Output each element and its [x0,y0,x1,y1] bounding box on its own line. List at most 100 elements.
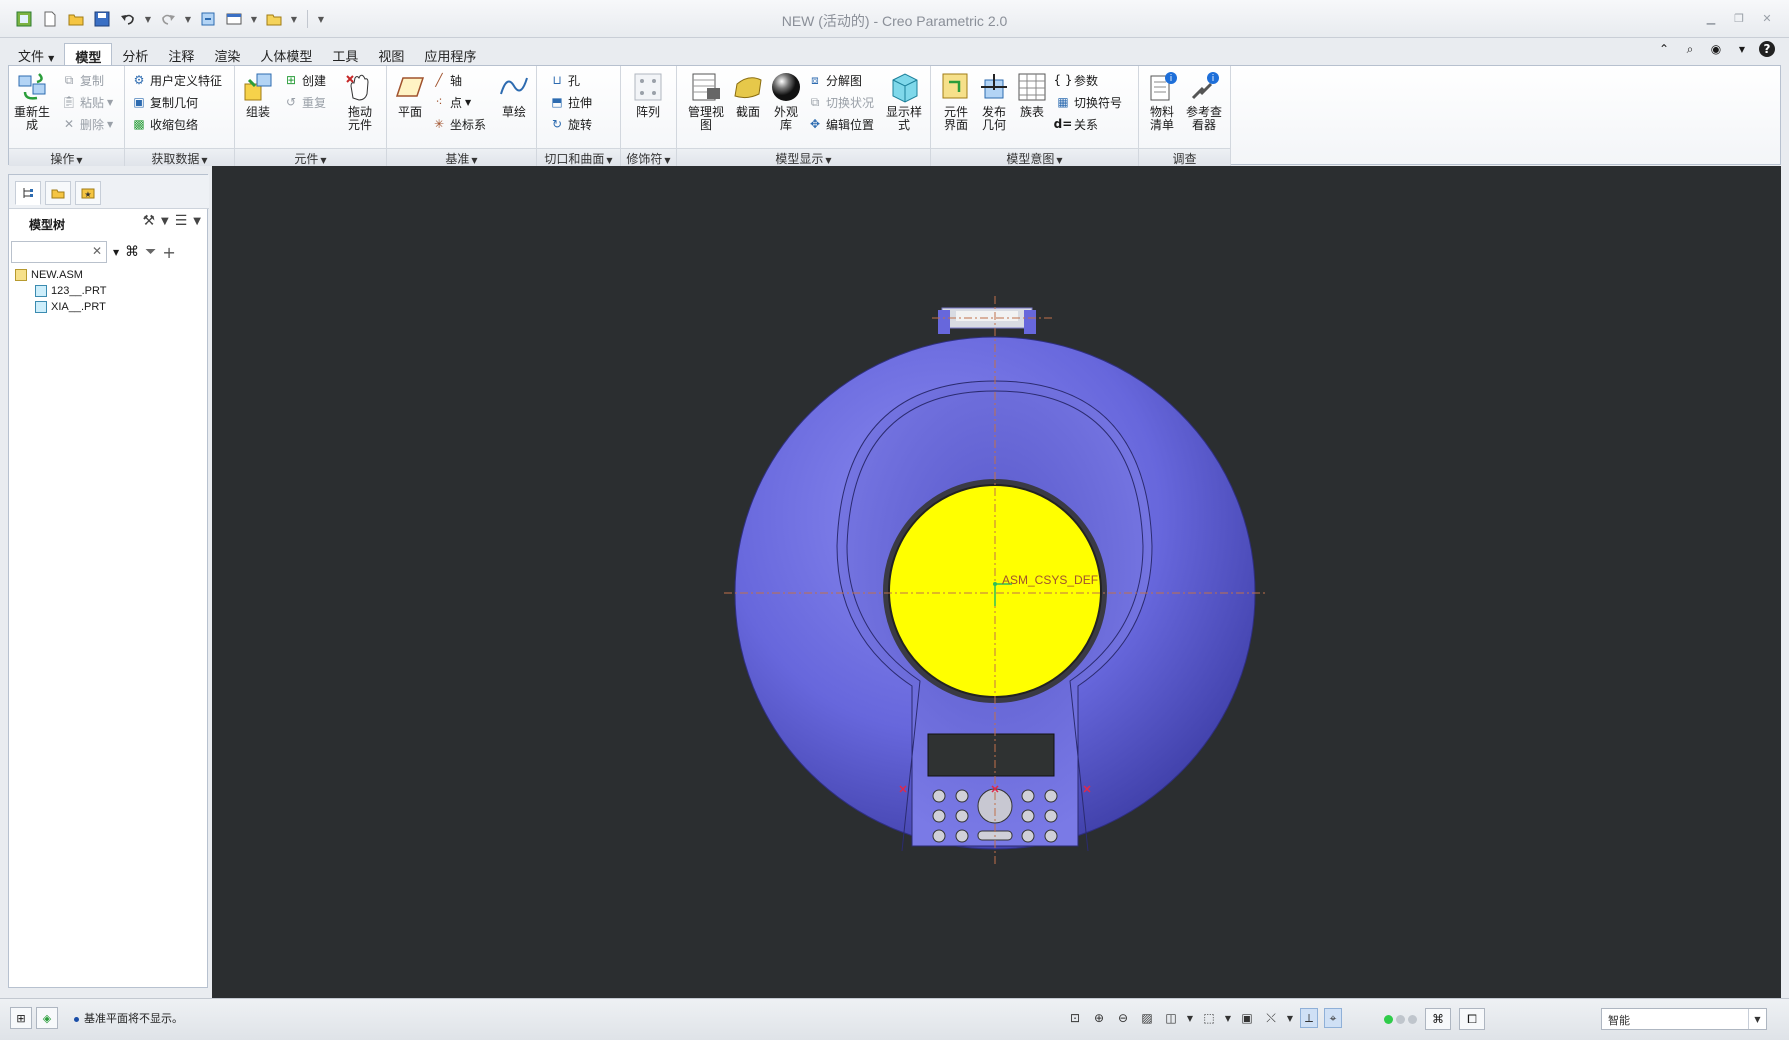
extrude-button[interactable]: ⬒ 拉伸 [549,92,592,112]
tab-manikin[interactable]: 人体模型 [250,43,322,65]
caret-icon: ▼ [471,156,478,165]
display-style-icon[interactable]: ⬚ [1200,1008,1218,1028]
explode-button[interactable]: ⧈ 分解图 [807,70,862,90]
revolve-button[interactable]: ↻ 旋转 [549,114,592,134]
show-menu-icon[interactable]: ☰ [175,213,188,229]
sketch-button[interactable]: 草绘 [493,70,535,119]
refit-icon[interactable]: ⊡ [1066,1008,1084,1028]
chevron-down-icon[interactable]: ▼ [161,216,169,227]
graphics-viewport[interactable]: ASM_CSYS_DEF [212,166,1781,998]
group-datum-label[interactable]: 基准 ▼ [387,148,536,166]
clear-search-icon[interactable]: ✕ [92,244,102,258]
component-interface-button[interactable]: 元件界面 [935,70,977,132]
family-table-button[interactable]: 族表 [1011,70,1053,119]
tab-model[interactable]: 模型 [64,43,113,66]
regenerate-button[interactable]: 重新生成 [11,70,53,132]
show-browser-icon[interactable]: ◈ [36,1007,58,1029]
extrude-label: 拉伸 [568,95,593,110]
collapse-ribbon-icon[interactable]: ⌃ [1655,40,1673,58]
model-tree-tab-icon[interactable] [15,181,41,205]
favorites-tab-icon[interactable]: ★ [75,181,101,205]
group-investigate-label[interactable]: 调查 [1139,148,1230,166]
tree-item-assembly[interactable]: NEW.ASM [15,267,106,283]
shrinkwrap-button[interactable]: ▩ 收缩包络 [131,114,198,134]
add-column-icon[interactable]: + [162,243,175,262]
paste-button[interactable]: 📋︎ 粘贴 ▼ [61,92,113,112]
tree-search-input[interactable]: ✕ [11,241,107,263]
create-button[interactable]: ⊞ 创建 [283,70,326,90]
chevron-down-icon[interactable]: ▼ [1186,1008,1194,1028]
copy-button[interactable]: ⧉ 复制 [61,70,104,90]
relations-button[interactable]: d= 关系 [1054,114,1098,134]
switch-symbols-button[interactable]: ▦ 切换符号 [1055,92,1122,112]
zoom-in-icon[interactable]: ⊕ [1090,1008,1108,1028]
point-button[interactable]: ⁖ 点 ▼ [431,92,471,112]
reference-viewer-button[interactable]: i 参考查看器 [1183,70,1225,132]
tree-item-part[interactable]: XIA__.PRT [15,299,106,315]
group-get-data: ⚙ 用户定义特征 ▣ 复制几何 ▩ 收缩包络 获取数据 ▼ [125,66,235,166]
datum-display-icon[interactable]: ⟂ [1300,1008,1318,1028]
community-icon[interactable]: ◉ [1707,40,1725,58]
filter-icon[interactable]: ⏷ [145,244,156,260]
spin-center-icon[interactable]: ⌖ [1324,1008,1342,1028]
group-operations-label[interactable]: 操作 ▼ [9,148,124,166]
chevron-down-icon[interactable]: ▼ [113,248,119,257]
plane-button[interactable]: 平面 [389,70,431,119]
model-graphics[interactable]: ASM_CSYS_DEF [212,166,1781,998]
group-modifiers-label[interactable]: 修饰符 ▼ [621,148,676,166]
select-box-icon[interactable]: ⧠ [1459,1008,1485,1030]
section-button[interactable]: 截面 [727,70,769,119]
group-model-display-label[interactable]: 模型显示 ▼ [677,148,930,166]
tab-view[interactable]: 视图 [368,43,414,65]
tree-item-part[interactable]: 123__.PRT [15,283,106,299]
udf-button[interactable]: ⚙ 用户定义特征 [131,70,222,90]
parameters-button[interactable]: { } 参数 [1053,70,1098,90]
display-style-button[interactable]: 显示样式 [883,70,925,132]
minimize-icon[interactable]: ▁ [1703,11,1719,25]
zoom-out-icon[interactable]: ⊖ [1114,1008,1132,1028]
drag-components-button[interactable]: 拖动元件 [339,70,381,132]
tab-tools[interactable]: 工具 [322,43,368,65]
tab-annotate[interactable]: 注释 [158,43,204,65]
group-model-intent-label[interactable]: 模型意图 ▼ [931,148,1138,166]
folder-browser-tab-icon[interactable] [45,181,71,205]
view-manager-icon[interactable]: ▣ [1238,1008,1256,1028]
help-icon[interactable]: ? [1759,41,1775,57]
perspective-icon[interactable]: ⤬ [1262,1008,1280,1028]
tab-render[interactable]: 渲染 [204,43,250,65]
publish-geometry-button[interactable]: 发布几何 [973,70,1015,132]
group-component-label[interactable]: 元件 ▼ [235,148,386,166]
tab-analysis[interactable]: 分析 [112,43,158,65]
pattern-button[interactable]: 阵列 [627,70,669,119]
maximize-icon[interactable]: ❐ [1731,11,1747,25]
hole-button[interactable]: ⊔ 孔 [549,70,580,90]
show-navigator-icon[interactable]: ⊞ [10,1007,32,1029]
manage-views-button[interactable]: 管理视图 [685,70,727,132]
assemble-button[interactable]: 组装 [237,70,279,119]
toggle-status-button[interactable]: ⧉ 切换状况 [807,92,874,112]
tab-applications[interactable]: 应用程序 [414,43,486,65]
appearance-button[interactable]: 外观库 [765,70,807,132]
chevron-down-icon[interactable]: ▼ [1286,1008,1294,1028]
close-icon[interactable]: ✕ [1759,11,1775,25]
copy-geometry-button[interactable]: ▣ 复制几何 [131,92,198,112]
chevron-down-icon[interactable]: ▼ [193,216,201,227]
csys-button[interactable]: ✳ 坐标系 [431,114,486,134]
selection-filter-dropdown[interactable]: 智能 ▼ [1601,1008,1767,1030]
search-icon[interactable]: ⌕ [1681,40,1699,58]
tree-settings-icon[interactable]: ⚒ [142,213,155,229]
saved-orientations-icon[interactable]: ◫ [1162,1008,1180,1028]
delete-button[interactable]: ✕ 删除 ▼ [61,114,113,134]
bom-button[interactable]: i 物料清单 [1141,70,1183,132]
chevron-down-icon[interactable]: ▼ [1224,1008,1232,1028]
tab-file[interactable]: 文件 ▼ [8,43,64,65]
edit-position-button[interactable]: ✥ 编辑位置 [807,114,874,134]
group-cut-surface-label[interactable]: 切口和曲面 ▼ [537,148,620,166]
repaint-icon[interactable]: ▨ [1138,1008,1156,1028]
axis-button[interactable]: ╱ 轴 [431,70,462,90]
group-get-data-label[interactable]: 获取数据 ▼ [125,148,234,166]
find-binoculars-icon[interactable]: ⌘ [125,244,139,260]
repeat-button[interactable]: ↺ 重复 [283,92,326,112]
find-binoculars-icon[interactable]: ⌘ [1425,1008,1451,1030]
chevron-down-icon[interactable]: ▼ [1733,40,1751,58]
